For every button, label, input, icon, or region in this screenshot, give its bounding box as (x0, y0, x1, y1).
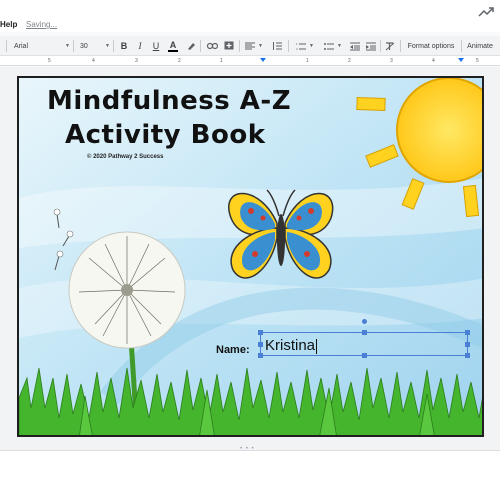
font-size-select[interactable]: 30 ▼ (80, 36, 110, 56)
text-cursor (316, 338, 318, 354)
decrease-indent-button[interactable] (348, 36, 362, 56)
animate-button[interactable]: Animate (464, 36, 496, 56)
toolbar-separator (200, 40, 201, 52)
line-spacing-button[interactable] (270, 36, 284, 56)
slide-title-line1: Mindfulness A-Z (47, 86, 292, 116)
horizontal-ruler[interactable]: 5 4 3 2 1 1 2 3 4 5 (0, 56, 500, 66)
pen-icon (188, 43, 195, 50)
numbered-list-icon: 12 (296, 42, 307, 51)
ruler-tick: 3 (390, 58, 393, 64)
resize-handle[interactable] (362, 353, 367, 358)
name-text-box[interactable]: Kristina (258, 319, 470, 358)
add-comment-button[interactable] (222, 36, 236, 56)
rotate-handle[interactable] (362, 319, 367, 324)
ruler-tick: 4 (432, 58, 435, 64)
save-status: Saving... (26, 20, 58, 29)
chevron-down-icon: ▼ (65, 43, 70, 49)
align-left-icon (245, 42, 256, 50)
resize-handle[interactable] (362, 330, 367, 335)
ruler-tick: 1 (220, 58, 223, 64)
link-icon (206, 42, 218, 50)
indent-marker[interactable] (260, 58, 266, 62)
speaker-notes-area[interactable] (0, 450, 500, 500)
svg-text:1: 1 (296, 42, 298, 46)
chevron-down-icon: ▼ (309, 43, 314, 49)
highlight-button[interactable] (184, 36, 198, 56)
bold-button[interactable]: B (118, 36, 130, 56)
ruler-tick: 4 (92, 58, 95, 64)
resize-handle[interactable] (465, 330, 470, 335)
ruler-tick: 2 (178, 58, 181, 64)
name-text-value[interactable]: Kristina (265, 337, 318, 354)
indent-increase-icon (366, 42, 376, 50)
copyright-text: © 2020 Pathway 2 Success (87, 154, 164, 160)
format-options-button[interactable]: Format options (404, 36, 458, 56)
align-button[interactable]: ▼ (243, 36, 265, 56)
line-spacing-icon (273, 42, 282, 50)
text-color-button[interactable]: A (166, 36, 180, 56)
toolbar-separator (73, 40, 74, 52)
indent-decrease-icon (350, 42, 360, 50)
bulleted-list-button[interactable]: ▼ (320, 36, 346, 56)
toolbar-separator (113, 40, 114, 52)
name-text-content: Kristina (265, 337, 316, 354)
activity-trend-icon[interactable] (478, 6, 494, 18)
resize-handle[interactable] (258, 342, 263, 347)
ruler-tick: 5 (48, 58, 51, 64)
font-size-value: 30 (80, 42, 88, 50)
resize-handle[interactable] (465, 353, 470, 358)
toolbar-separator (400, 40, 401, 52)
ruler-tick: 5 (476, 58, 479, 64)
clear-formatting-icon (385, 41, 395, 50)
slide-title-line2: Activity Book (65, 120, 266, 150)
text-color-label: A (169, 39, 177, 50)
add-comment-icon (224, 41, 234, 50)
font-family-select[interactable]: Arial ▼ (14, 36, 70, 56)
chevron-down-icon: ▼ (258, 43, 263, 49)
slides-editor: Help Saving... Arial ▼ 30 ▼ B I U A ▼ 1 … (0, 0, 500, 500)
chevron-down-icon: ▼ (337, 43, 342, 49)
numbered-list-button[interactable]: 12 ▼ (292, 36, 318, 56)
bulleted-list-icon (324, 42, 335, 50)
svg-text:2: 2 (296, 47, 298, 51)
italic-button[interactable]: I (134, 36, 146, 56)
clear-formatting-button[interactable] (383, 36, 397, 56)
toolbar-separator (380, 40, 381, 52)
name-label: Name: (216, 344, 250, 356)
increase-indent-button[interactable] (364, 36, 378, 56)
underline-button[interactable]: U (150, 36, 162, 56)
resize-handle[interactable] (465, 342, 470, 347)
text-color-swatch (168, 49, 178, 52)
slide[interactable]: Mindfulness A-Z Activity Book © 2020 Pat… (17, 76, 484, 437)
menu-help[interactable]: Help (0, 20, 17, 29)
menu-bar: Help Saving... (0, 0, 500, 32)
resize-handle[interactable] (258, 353, 263, 358)
insert-link-button[interactable] (205, 36, 219, 56)
right-indent-marker[interactable] (458, 58, 464, 62)
ruler-tick: 2 (348, 58, 351, 64)
ruler-tick: 1 (306, 58, 309, 64)
toolbar-separator (461, 40, 462, 52)
chevron-down-icon: ▼ (105, 43, 110, 49)
resize-handle[interactable] (258, 330, 263, 335)
format-toolbar: Arial ▼ 30 ▼ B I U A ▼ 1 2 ▼ ▼ Format op… (0, 36, 500, 56)
toolbar-separator (239, 40, 240, 52)
toolbar-separator (6, 40, 7, 52)
toolbar-separator (288, 40, 289, 52)
ruler-tick: 3 (135, 58, 138, 64)
font-family-value: Arial (14, 42, 29, 50)
